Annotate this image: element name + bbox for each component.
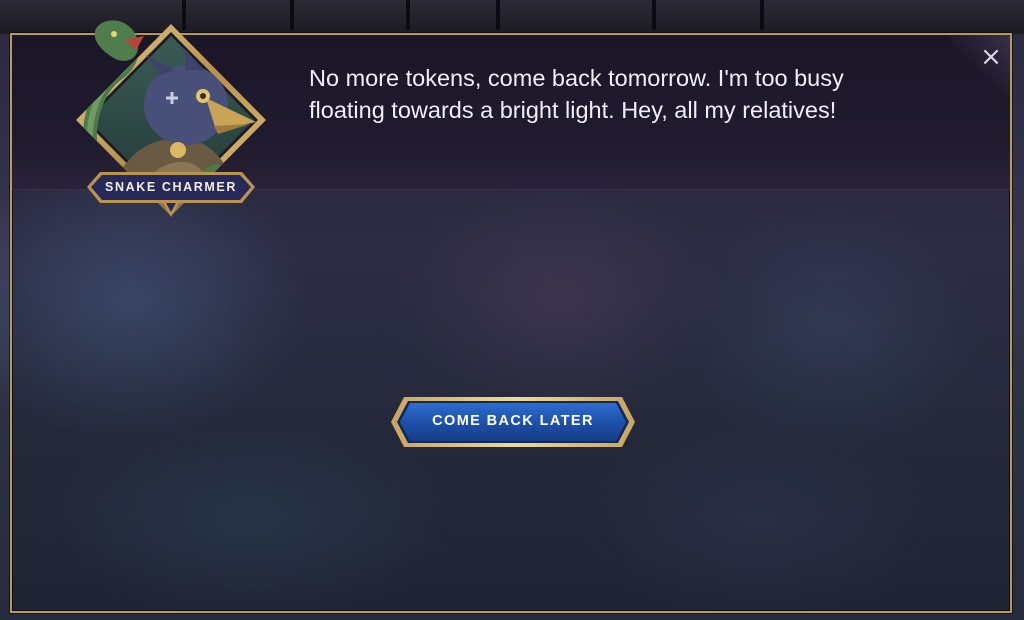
npc-name-label: SNAKE CHARMER: [105, 180, 237, 194]
npc-name-banner: SNAKE CHARMER: [86, 171, 256, 217]
close-icon[interactable]: ×: [978, 44, 1004, 70]
come-back-later-button[interactable]: COME BACK LATER: [390, 396, 636, 448]
npc-dialogue-text: No more tokens, come back tomorrow. I'm …: [309, 65, 844, 123]
come-back-later-label: COME BACK LATER: [432, 413, 594, 429]
